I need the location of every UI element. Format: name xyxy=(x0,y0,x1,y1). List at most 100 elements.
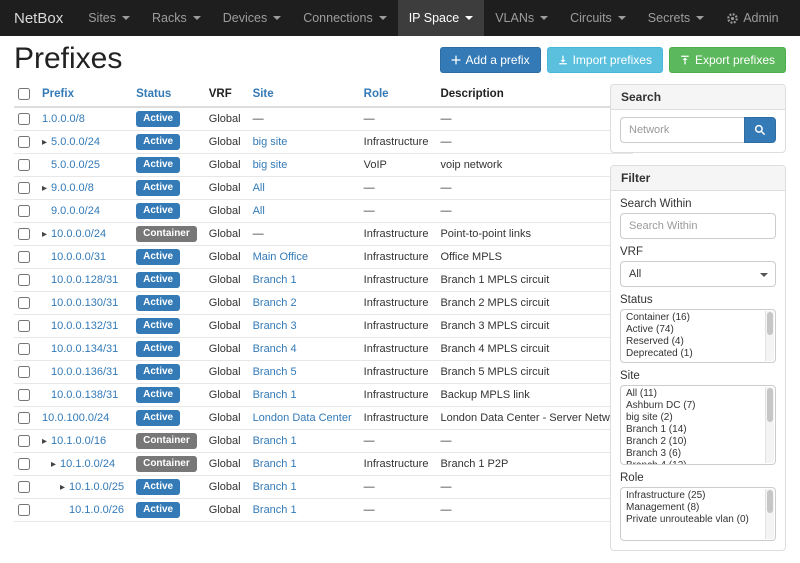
row-checkbox[interactable] xyxy=(18,343,30,355)
nav-item-ip-space[interactable]: IP Space xyxy=(398,0,485,36)
listbox-option[interactable]: big site (2) xyxy=(621,412,763,424)
listbox-option[interactable]: Management (8) xyxy=(621,502,763,514)
site-link[interactable]: All xyxy=(253,182,265,194)
prefix-link[interactable]: 9.0.0.0/8 xyxy=(51,182,94,194)
export-prefixes-button[interactable]: Export prefixes xyxy=(669,47,786,73)
search-button[interactable] xyxy=(744,117,776,143)
row-checkbox[interactable] xyxy=(18,205,30,217)
listbox-option[interactable]: Ashburn DC (7) xyxy=(621,400,763,412)
expand-children-icon[interactable]: ▸ xyxy=(51,459,56,470)
prefix-link[interactable]: 10.1.0.0/16 xyxy=(51,435,106,447)
row-checkbox[interactable] xyxy=(18,182,30,194)
listbox-option[interactable]: Branch 2 (10) xyxy=(621,436,763,448)
nav-item-connections[interactable]: Connections xyxy=(292,0,398,36)
site-listbox[interactable]: All (11)Ashburn DC (7)big site (2)Branch… xyxy=(620,385,776,465)
prefix-link[interactable]: 10.0.0.0/31 xyxy=(51,251,106,263)
site-link[interactable]: Branch 1 xyxy=(253,389,297,401)
column-header-role[interactable]: Role xyxy=(360,84,437,107)
site-link[interactable]: Branch 3 xyxy=(253,320,297,332)
vrf-select[interactable]: All xyxy=(620,261,776,287)
row-checkbox[interactable] xyxy=(18,136,30,148)
row-checkbox[interactable] xyxy=(18,320,30,332)
row-checkbox[interactable] xyxy=(18,412,30,424)
role-listbox[interactable]: Infrastructure (25)Management (8)Private… xyxy=(620,487,776,541)
row-checkbox[interactable] xyxy=(18,504,30,516)
role-listbox-scrollbar[interactable] xyxy=(765,489,774,539)
import-prefixes-button[interactable]: Import prefixes xyxy=(547,47,663,73)
prefix-link[interactable]: 1.0.0.0/8 xyxy=(42,113,85,125)
prefix-link[interactable]: 10.1.0.0/26 xyxy=(69,504,124,516)
listbox-option[interactable]: Branch 3 (6) xyxy=(621,448,763,460)
site-link[interactable]: Branch 1 xyxy=(253,435,297,447)
site-link[interactable]: London Data Center xyxy=(253,412,352,424)
prefix-link[interactable]: 10.0.0.134/31 xyxy=(51,343,118,355)
prefix-link[interactable]: 10.0.0.0/24 xyxy=(51,228,106,240)
status-listbox[interactable]: Container (16)Active (74)Reserved (4)Dep… xyxy=(620,309,776,363)
site-link[interactable]: Branch 1 xyxy=(253,481,297,493)
listbox-option[interactable]: Branch 1 (14) xyxy=(621,424,763,436)
prefix-link[interactable]: 10.0.0.138/31 xyxy=(51,389,118,401)
site-listbox-scrollbar[interactable] xyxy=(765,387,774,463)
expand-children-icon[interactable]: ▸ xyxy=(42,229,47,240)
listbox-option[interactable]: Reserved (4) xyxy=(621,336,763,348)
prefix-link[interactable]: 10.0.0.130/31 xyxy=(51,297,118,309)
column-header-site[interactable]: Site xyxy=(249,84,360,107)
column-header-status[interactable]: Status xyxy=(132,84,205,107)
listbox-option[interactable]: Container (16) xyxy=(621,312,763,324)
brand-link[interactable]: NetBox xyxy=(0,0,77,36)
expand-children-icon[interactable]: ▸ xyxy=(60,482,65,493)
site-link[interactable]: All xyxy=(253,205,265,217)
nav-item-profile[interactable]: Profile xyxy=(790,0,800,36)
site-link[interactable]: Branch 1 xyxy=(253,504,297,516)
row-checkbox[interactable] xyxy=(18,481,30,493)
listbox-option[interactable]: All (11) xyxy=(621,388,763,400)
prefix-link[interactable]: 9.0.0.0/24 xyxy=(51,205,100,217)
row-checkbox[interactable] xyxy=(18,274,30,286)
row-checkbox[interactable] xyxy=(18,297,30,309)
site-link[interactable]: Main Office xyxy=(253,251,308,263)
listbox-option[interactable]: Deprecated (1) xyxy=(621,348,763,360)
site-link[interactable]: big site xyxy=(253,159,288,171)
expand-children-icon[interactable]: ▸ xyxy=(42,436,47,447)
row-checkbox[interactable] xyxy=(18,159,30,171)
row-checkbox[interactable] xyxy=(18,435,30,447)
site-link[interactable]: Branch 4 xyxy=(253,343,297,355)
prefix-link[interactable]: 10.1.0.0/25 xyxy=(69,481,124,493)
column-header-prefix[interactable]: Prefix xyxy=(38,84,132,107)
search-within-input[interactable] xyxy=(620,213,776,239)
listbox-option[interactable]: Private unrouteable vlan (0) xyxy=(621,514,763,526)
nav-item-secrets[interactable]: Secrets xyxy=(637,0,715,36)
listbox-option[interactable]: Infrastructure (25) xyxy=(621,490,763,502)
status-listbox-scrollbar[interactable] xyxy=(765,311,774,361)
expand-children-icon[interactable]: ▸ xyxy=(42,137,47,148)
row-checkbox[interactable] xyxy=(18,458,30,470)
prefix-link[interactable]: 10.1.0.0/24 xyxy=(60,458,115,470)
row-checkbox[interactable] xyxy=(18,251,30,263)
site-link[interactable]: Branch 1 xyxy=(253,458,297,470)
prefix-link[interactable]: 10.0.0.128/31 xyxy=(51,274,118,286)
expand-children-icon[interactable]: ▸ xyxy=(42,183,47,194)
row-checkbox[interactable] xyxy=(18,113,30,125)
nav-item-racks[interactable]: Racks xyxy=(141,0,212,36)
listbox-option[interactable]: Active (74) xyxy=(621,324,763,336)
select-all-checkbox[interactable] xyxy=(18,88,30,100)
scrollbar-thumb[interactable] xyxy=(767,312,773,335)
scrollbar-thumb[interactable] xyxy=(767,388,773,422)
scrollbar-thumb[interactable] xyxy=(767,490,773,513)
prefix-link[interactable]: 10.0.100.0/24 xyxy=(42,412,109,424)
prefix-link[interactable]: 5.0.0.0/24 xyxy=(51,136,100,148)
add-prefix-button[interactable]: Add a prefix xyxy=(440,47,541,73)
search-input[interactable] xyxy=(620,117,744,143)
row-checkbox[interactable] xyxy=(18,389,30,401)
row-checkbox[interactable] xyxy=(18,366,30,378)
site-link[interactable]: big site xyxy=(253,136,288,148)
site-link[interactable]: Branch 2 xyxy=(253,297,297,309)
nav-item-vlans[interactable]: VLANs xyxy=(484,0,559,36)
row-checkbox[interactable] xyxy=(18,228,30,240)
prefix-link[interactable]: 10.0.0.132/31 xyxy=(51,320,118,332)
prefix-link[interactable]: 10.0.0.136/31 xyxy=(51,366,118,378)
nav-item-devices[interactable]: Devices xyxy=(212,0,292,36)
nav-item-circuits[interactable]: Circuits xyxy=(559,0,637,36)
prefix-link[interactable]: 5.0.0.0/25 xyxy=(51,159,100,171)
site-link[interactable]: Branch 1 xyxy=(253,274,297,286)
